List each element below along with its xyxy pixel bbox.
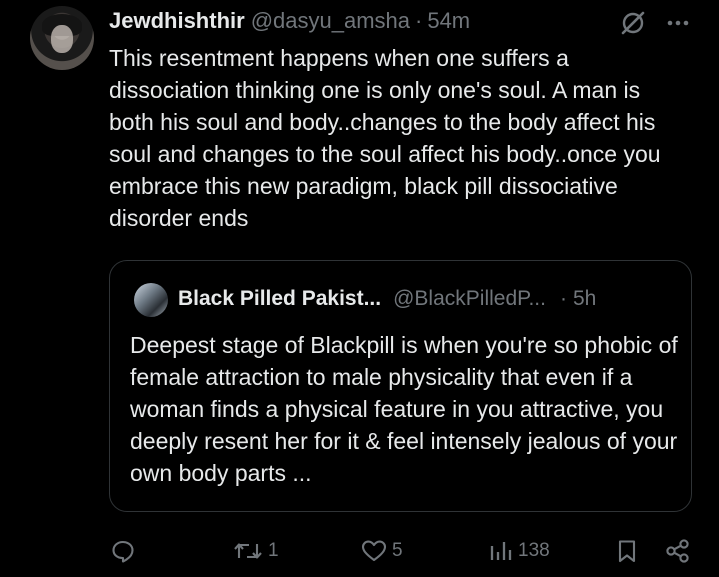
views-count: 138 — [518, 540, 550, 561]
avatar-face — [51, 25, 73, 53]
like-count: 5 — [392, 540, 403, 561]
quoted-author-display-name: Black Pilled Pakist... — [178, 287, 382, 310]
share-button[interactable] — [664, 536, 692, 566]
repost-button[interactable]: 1 — [232, 536, 279, 566]
heart-icon — [361, 540, 387, 562]
quoted-author-avatar — [134, 283, 168, 317]
views-button[interactable]: 138 — [488, 536, 550, 566]
post-text: This resentment happens when one suffers… — [109, 45, 661, 231]
post[interactable]: Jewdhishthir @dasyu_amsha · 54m This res… — [0, 0, 719, 577]
more-options-icon[interactable] — [664, 10, 692, 36]
repost-count: 1 — [268, 540, 279, 561]
quoted-author-handle: @BlackPilledP... — [393, 287, 546, 310]
reply-icon — [112, 540, 134, 563]
reply-button[interactable] — [110, 536, 136, 566]
quoted-post-header: Black Pilled Pakist... @BlackPilledP... … — [178, 287, 596, 311]
views-icon — [490, 542, 512, 560]
author-avatar[interactable] — [30, 6, 94, 70]
quoted-post-text: Deepest stage of Blackpill is when you'r… — [130, 332, 678, 486]
quoted-post-timestamp: 5h — [572, 287, 597, 310]
quoted-post[interactable]: Black Pilled Pakist... @BlackPilledP... … — [109, 260, 692, 512]
grok-icon[interactable] — [620, 10, 646, 36]
quoted-header-separator: · — [559, 287, 567, 310]
share-icon — [666, 539, 689, 563]
repost-icon — [234, 543, 262, 559]
bookmark-icon — [618, 540, 636, 563]
like-button[interactable]: 5 — [360, 536, 403, 566]
header-separator: · — [415, 8, 423, 33]
post-header: Jewdhishthir @dasyu_amsha · 54m — [109, 8, 470, 36]
author-handle[interactable]: @dasyu_amsha — [251, 8, 410, 34]
post-timestamp[interactable]: 54m — [427, 8, 470, 34]
bookmark-button[interactable] — [614, 536, 640, 566]
author-display-name[interactable]: Jewdhishthir — [109, 8, 245, 34]
